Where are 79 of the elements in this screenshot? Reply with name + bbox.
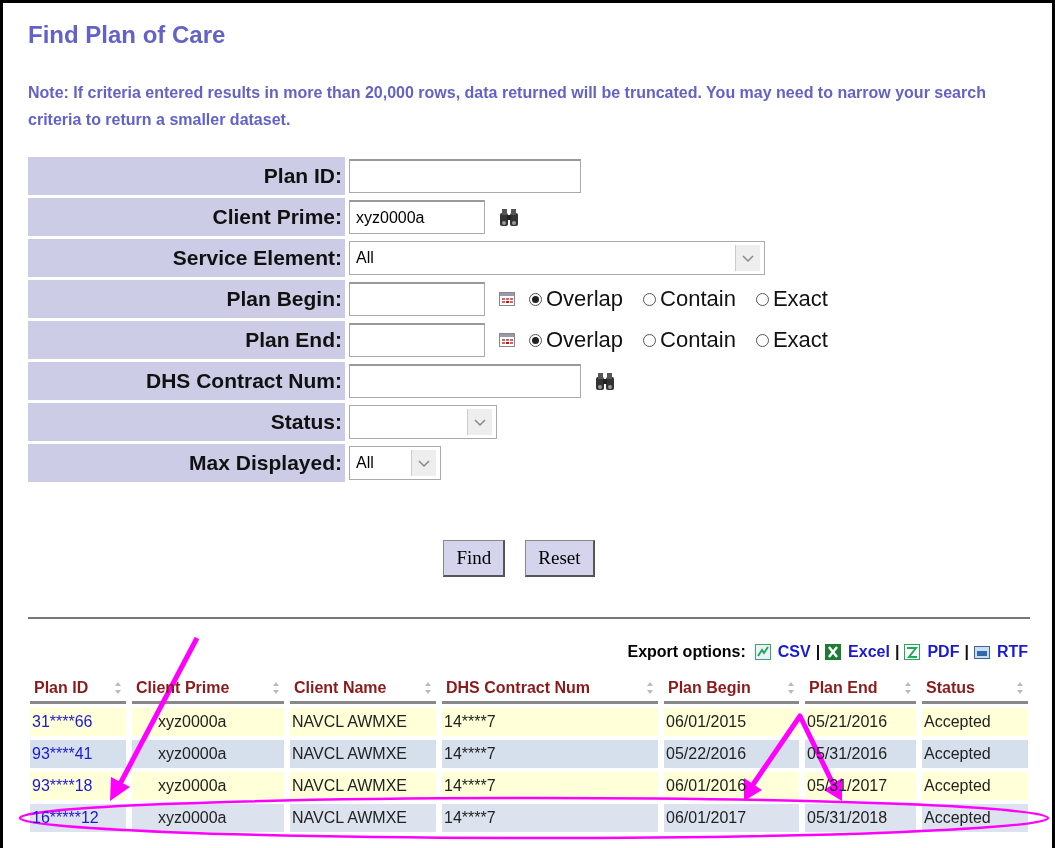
separator-text: |	[815, 643, 821, 661]
sort-icon[interactable]	[1016, 681, 1024, 695]
button[interactable]: Find	[443, 540, 506, 577]
calendar-icon[interactable]	[499, 333, 515, 347]
document-icon[interactable]	[973, 644, 990, 660]
caret-icon[interactable]	[735, 245, 760, 271]
field-label: Service Element:	[28, 239, 345, 277]
table-cell: xyz0000a	[158, 809, 227, 826]
table-cell: 05/22/2016	[666, 745, 747, 762]
export-link[interactable]: PDF	[927, 643, 960, 661]
column-header[interactable]: Client Name	[294, 679, 387, 697]
export-link[interactable]: RTF	[996, 643, 1028, 661]
page-title: Find Plan of Care	[28, 21, 227, 49]
separator-text: |	[894, 643, 900, 661]
button[interactable]: Reset	[525, 540, 595, 577]
table-cell: 14****7	[444, 777, 496, 794]
binoculars-icon[interactable]	[499, 207, 519, 227]
export-link[interactable]: Excel	[848, 643, 890, 661]
input-field[interactable]	[349, 159, 581, 193]
column-header[interactable]: Plan ID	[34, 679, 89, 697]
column-header[interactable]: DHS Contract Num	[446, 679, 590, 697]
radio-option[interactable]: Exact	[755, 286, 828, 312]
table-cell: 05/21/2016	[807, 713, 888, 730]
field-label: Client Prime:	[28, 198, 345, 236]
column-header[interactable]: Plan Begin	[668, 679, 751, 697]
sort-icon[interactable]	[646, 681, 654, 695]
table-cell: Accepted	[924, 809, 991, 826]
note-text: Note: If criteria entered results in more than 20,000 rows, data returned will be truncated. You may need to narrow your search criteria to return a smaller dataset.	[28, 83, 987, 130]
table-cell: NAVCL AWMXE	[292, 713, 407, 730]
field-label: Status:	[28, 403, 345, 441]
table-cell: 05/31/2018	[807, 809, 888, 826]
binoculars-icon[interactable]	[595, 371, 615, 391]
input-field[interactable]	[349, 282, 485, 316]
table-cell: NAVCL AWMXE	[292, 809, 407, 826]
separator-text: |	[964, 643, 969, 661]
table-cell: 06/01/2015	[666, 713, 747, 730]
table-cell: xyz0000a	[158, 713, 227, 730]
radio-option[interactable]: Contain	[643, 327, 736, 353]
field-label: Max Displayed:	[28, 444, 345, 482]
export-link[interactable]: CSV	[777, 643, 811, 661]
column-header[interactable]: Plan End	[809, 679, 878, 697]
caret-icon[interactable]	[467, 409, 492, 435]
table-cell: 14****7	[444, 713, 496, 730]
sort-icon[interactable]	[272, 681, 280, 695]
table-cell: Accepted	[924, 777, 991, 794]
caret-icon[interactable]	[411, 450, 436, 476]
document-icon[interactable]	[904, 644, 921, 660]
sort-icon[interactable]	[114, 681, 122, 695]
field-label: Plan ID:	[28, 157, 345, 195]
table-cell: Accepted	[924, 745, 991, 762]
calendar-icon[interactable]	[499, 292, 515, 306]
dropdown[interactable]: All	[349, 241, 765, 275]
table-cell: Accepted	[924, 713, 991, 730]
table-cell: NAVCL AWMXE	[292, 777, 407, 794]
input-field[interactable]: xyz0000a	[349, 200, 485, 234]
radio-option[interactable]: Overlap	[529, 286, 624, 312]
table-cell: xyz0000a	[158, 777, 227, 794]
sort-icon[interactable]	[424, 681, 432, 695]
input-field[interactable]	[349, 364, 581, 398]
dropdown[interactable]	[349, 405, 497, 439]
field-label: DHS Contract Num:	[28, 362, 345, 400]
sort-icon[interactable]	[787, 681, 795, 695]
field-label: Plan End:	[28, 321, 345, 359]
radio-option[interactable]: Overlap	[529, 327, 624, 353]
column-header[interactable]: Status	[926, 679, 975, 697]
chart-icon[interactable]	[754, 644, 771, 660]
spreadsheet-icon[interactable]	[825, 644, 842, 660]
input-field[interactable]	[349, 323, 485, 357]
dropdown[interactable]: All	[349, 446, 441, 480]
table-cell: 06/01/2017	[666, 809, 747, 826]
field-label: Plan Begin:	[28, 280, 345, 318]
table-cell: 14****7	[444, 809, 496, 826]
table-cell: NAVCL AWMXE	[292, 745, 407, 762]
sort-icon[interactable]	[904, 681, 912, 695]
export-label: Export options:	[627, 643, 746, 661]
table-cell: xyz0000a	[158, 745, 227, 762]
radio-option[interactable]: Contain	[643, 286, 736, 312]
table-cell: 14****7	[444, 745, 496, 762]
radio-option[interactable]: Exact	[755, 327, 828, 353]
